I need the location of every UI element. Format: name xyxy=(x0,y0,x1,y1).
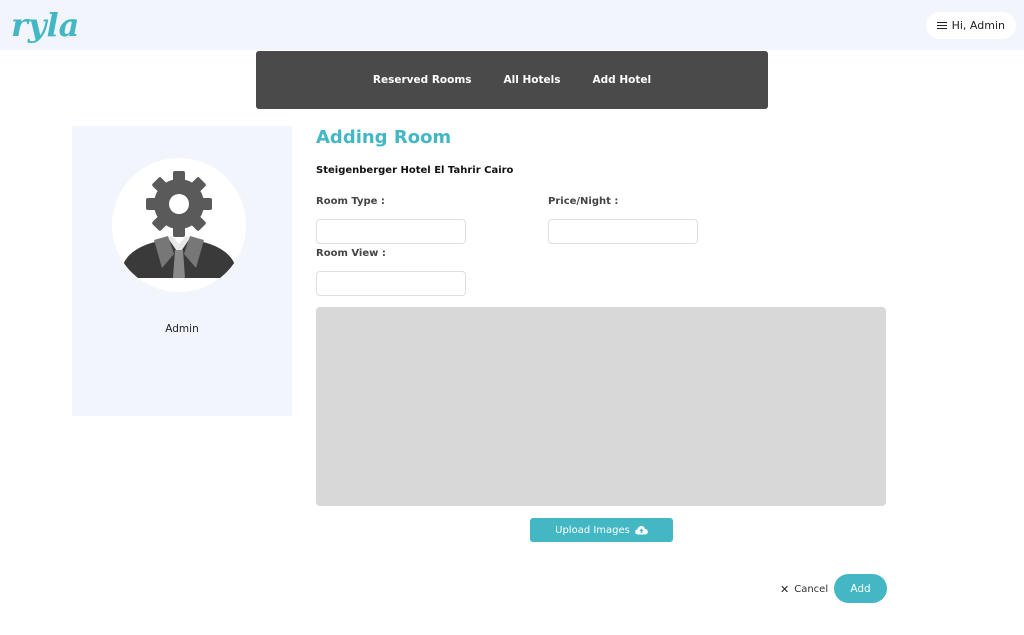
profile-name: Admin xyxy=(165,323,199,335)
nav-add-hotel[interactable]: Add Hotel xyxy=(593,74,652,86)
cancel-label: Cancel xyxy=(794,583,829,595)
price-label: Price/Night : xyxy=(548,196,619,207)
hamburger-icon xyxy=(936,21,947,30)
profile-card: Admin xyxy=(72,126,292,416)
avatar xyxy=(112,158,246,292)
image-dropzone[interactable] xyxy=(316,307,886,506)
admin-gear-avatar-icon xyxy=(122,171,236,278)
nav-reserved-rooms[interactable]: Reserved Rooms xyxy=(373,74,472,86)
upload-images-button[interactable]: Upload Images xyxy=(530,518,673,542)
hotel-name: Steigenberger Hotel El Tahrir Cairo xyxy=(316,165,514,176)
add-button[interactable]: Add xyxy=(834,574,887,603)
user-greeting: Hi, Admin xyxy=(951,19,1005,32)
room-type-input[interactable] xyxy=(316,219,466,244)
room-view-input[interactable] xyxy=(316,271,466,296)
nav-all-hotels[interactable]: All Hotels xyxy=(504,74,561,86)
top-bar: ryla Hi, Admin xyxy=(0,0,1024,50)
close-icon: ✕ xyxy=(780,582,790,596)
main-nav: Reserved Rooms All Hotels Add Hotel xyxy=(256,51,768,109)
page-title: Adding Room xyxy=(316,127,452,148)
ryla-logo[interactable]: ryla xyxy=(11,6,81,46)
user-menu-button[interactable]: Hi, Admin xyxy=(925,12,1016,39)
cancel-button[interactable]: ✕ Cancel xyxy=(780,580,828,598)
upload-label: Upload Images xyxy=(555,524,630,536)
cloud-upload-icon xyxy=(635,526,648,535)
room-view-label: Room View : xyxy=(316,248,386,259)
room-type-label: Room Type : xyxy=(316,196,385,207)
price-input[interactable] xyxy=(548,219,698,244)
svg-text:ryla: ryla xyxy=(11,6,79,44)
